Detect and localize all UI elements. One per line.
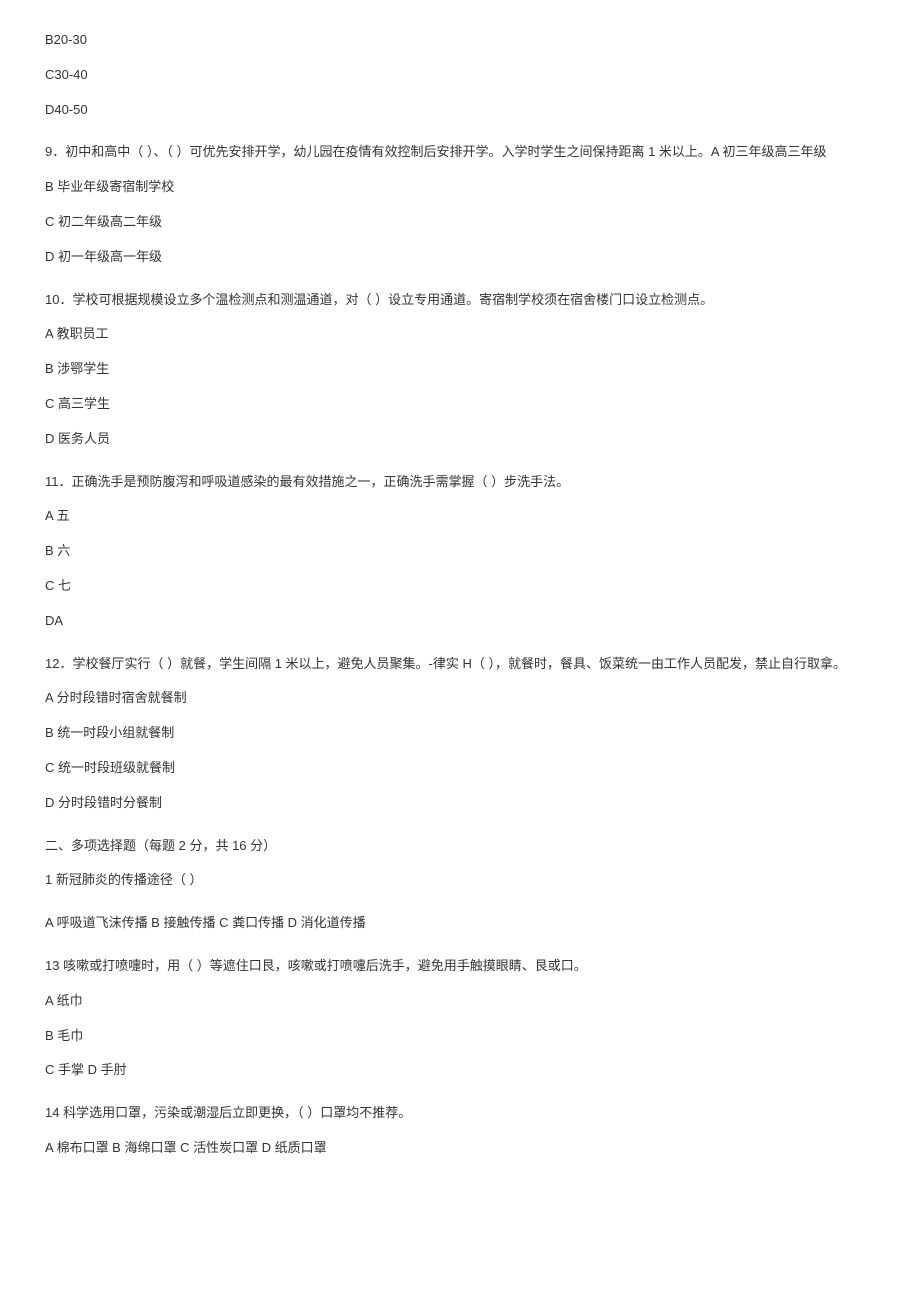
question-option: B 毛巾 xyxy=(45,1026,875,1047)
question-body: 咳嗽或打喷嚏时，用（ ）等遮住口艮，咳嗽或打喷嚏后洗手，避免用手触摸眼睛、艮或口… xyxy=(59,958,586,973)
question-12: 12．学校餐厅实行（ ）就餐，学生间隔 1 米以上，避免人员聚集。-律实 H（ … xyxy=(45,654,875,814)
prelude-option: C30-40 xyxy=(45,65,875,86)
question-14: 14 科学选用口罩，污染或潮湿后立即更换，（ ）口罩均不推荐。 A 棉布口罩 B… xyxy=(45,1103,875,1159)
question-body: ．正确洗手是预防腹泻和呼吸道感染的最有效措施之一，正确洗手需掌握（ ）步洗手法。 xyxy=(59,474,570,489)
question-text: 13 咳嗽或打喷嚏时，用（ ）等遮住口艮，咳嗽或打喷嚏后洗手，避免用手触摸眼睛、… xyxy=(45,956,875,977)
question-option: D 初一年级高一年级 xyxy=(45,247,875,268)
question-option: A 五 xyxy=(45,506,875,527)
question-11: 11．正确洗手是预防腹泻和呼吸道感染的最有效措施之一，正确洗手需掌握（ ）步洗手… xyxy=(45,472,875,632)
question-text: 14 科学选用口罩，污染或潮湿后立即更换，（ ）口罩均不推荐。 xyxy=(45,1103,875,1124)
question-option: C 高三学生 xyxy=(45,394,875,415)
question-body: ．学校餐厅实行（ ）就餐，学生间隔 1 米以上，避免人员聚集。-律实 H（ ），… xyxy=(59,656,846,671)
question-number: 14 xyxy=(45,1105,59,1120)
question-option: B 统一时段小组就餐制 xyxy=(45,723,875,744)
question-10: 10．学校可根据规模设立多个温检测点和测温通道，对（ ）设立专用通道。寄宿制学校… xyxy=(45,290,875,450)
question-text: 10．学校可根据规模设立多个温检测点和测温通道，对（ ）设立专用通道。寄宿制学校… xyxy=(45,290,875,311)
question-9: 9．初中和高中（ ）、（ ）可优先安排开学，幼儿园在疫情有效控制后安排开学。入学… xyxy=(45,142,875,267)
question-option: D 医务人员 xyxy=(45,429,875,450)
question-option: C 七 xyxy=(45,576,875,597)
question-option: A 分时段错时宿舍就餐制 xyxy=(45,688,875,709)
question-option: B 毕业年级寄宿制学校 xyxy=(45,177,875,198)
question-number: 10 xyxy=(45,292,59,307)
prelude-option: B20-30 xyxy=(45,30,875,51)
question-option: A 教职员工 xyxy=(45,324,875,345)
question-body: ．学校可根据规模设立多个温检测点和测温通道，对（ ）设立专用通道。寄宿制学校须在… xyxy=(59,292,713,307)
question-number: 11 xyxy=(45,474,59,489)
question-option: DA xyxy=(45,611,875,632)
section-2-header: 二、多项选择题（每题 2 分，共 16 分） xyxy=(45,836,875,857)
question-body: ．初中和高中（ ）、（ ）可优先安排开学，幼儿园在疫情有效控制后安排开学。入学时… xyxy=(52,144,826,159)
prelude-option: D40-50 xyxy=(45,100,875,121)
question-option: B 六 xyxy=(45,541,875,562)
question-option: A 纸巾 xyxy=(45,991,875,1012)
question-13: 13 咳嗽或打喷嚏时，用（ ）等遮住口艮，咳嗽或打喷嚏后洗手，避免用手触摸眼睛、… xyxy=(45,956,875,1081)
question-text: 9．初中和高中（ ）、（ ）可优先安排开学，幼儿园在疫情有效控制后安排开学。入学… xyxy=(45,142,875,163)
question-text: 11．正确洗手是预防腹泻和呼吸道感染的最有效措施之一，正确洗手需掌握（ ）步洗手… xyxy=(45,472,875,493)
question-text: 12．学校餐厅实行（ ）就餐，学生间隔 1 米以上，避免人员聚集。-律实 H（ … xyxy=(45,654,875,675)
question-option: A 棉布口罩 B 海绵口罩 C 活性炭口罩 D 纸质口罩 xyxy=(45,1138,875,1159)
question-option: C 统一时段班级就餐制 xyxy=(45,758,875,779)
section2-q1-text: 1 新冠肺炎的传播途径（ ） xyxy=(45,870,875,891)
question-option: B 涉鄂学生 xyxy=(45,359,875,380)
question-number: 12 xyxy=(45,656,59,671)
question-option: D 分时段错时分餐制 xyxy=(45,793,875,814)
question-option: C 初二年级高二年级 xyxy=(45,212,875,233)
question-number: 13 xyxy=(45,958,59,973)
section2-q1-options: A 呼吸道飞沫传播 B 接触传播 C 粪口传播 D 消化道传播 xyxy=(45,913,875,934)
question-body: 科学选用口罩，污染或潮湿后立即更换，（ ）口罩均不推荐。 xyxy=(59,1105,411,1120)
question-option: C 手掌 D 手肘 xyxy=(45,1060,875,1081)
